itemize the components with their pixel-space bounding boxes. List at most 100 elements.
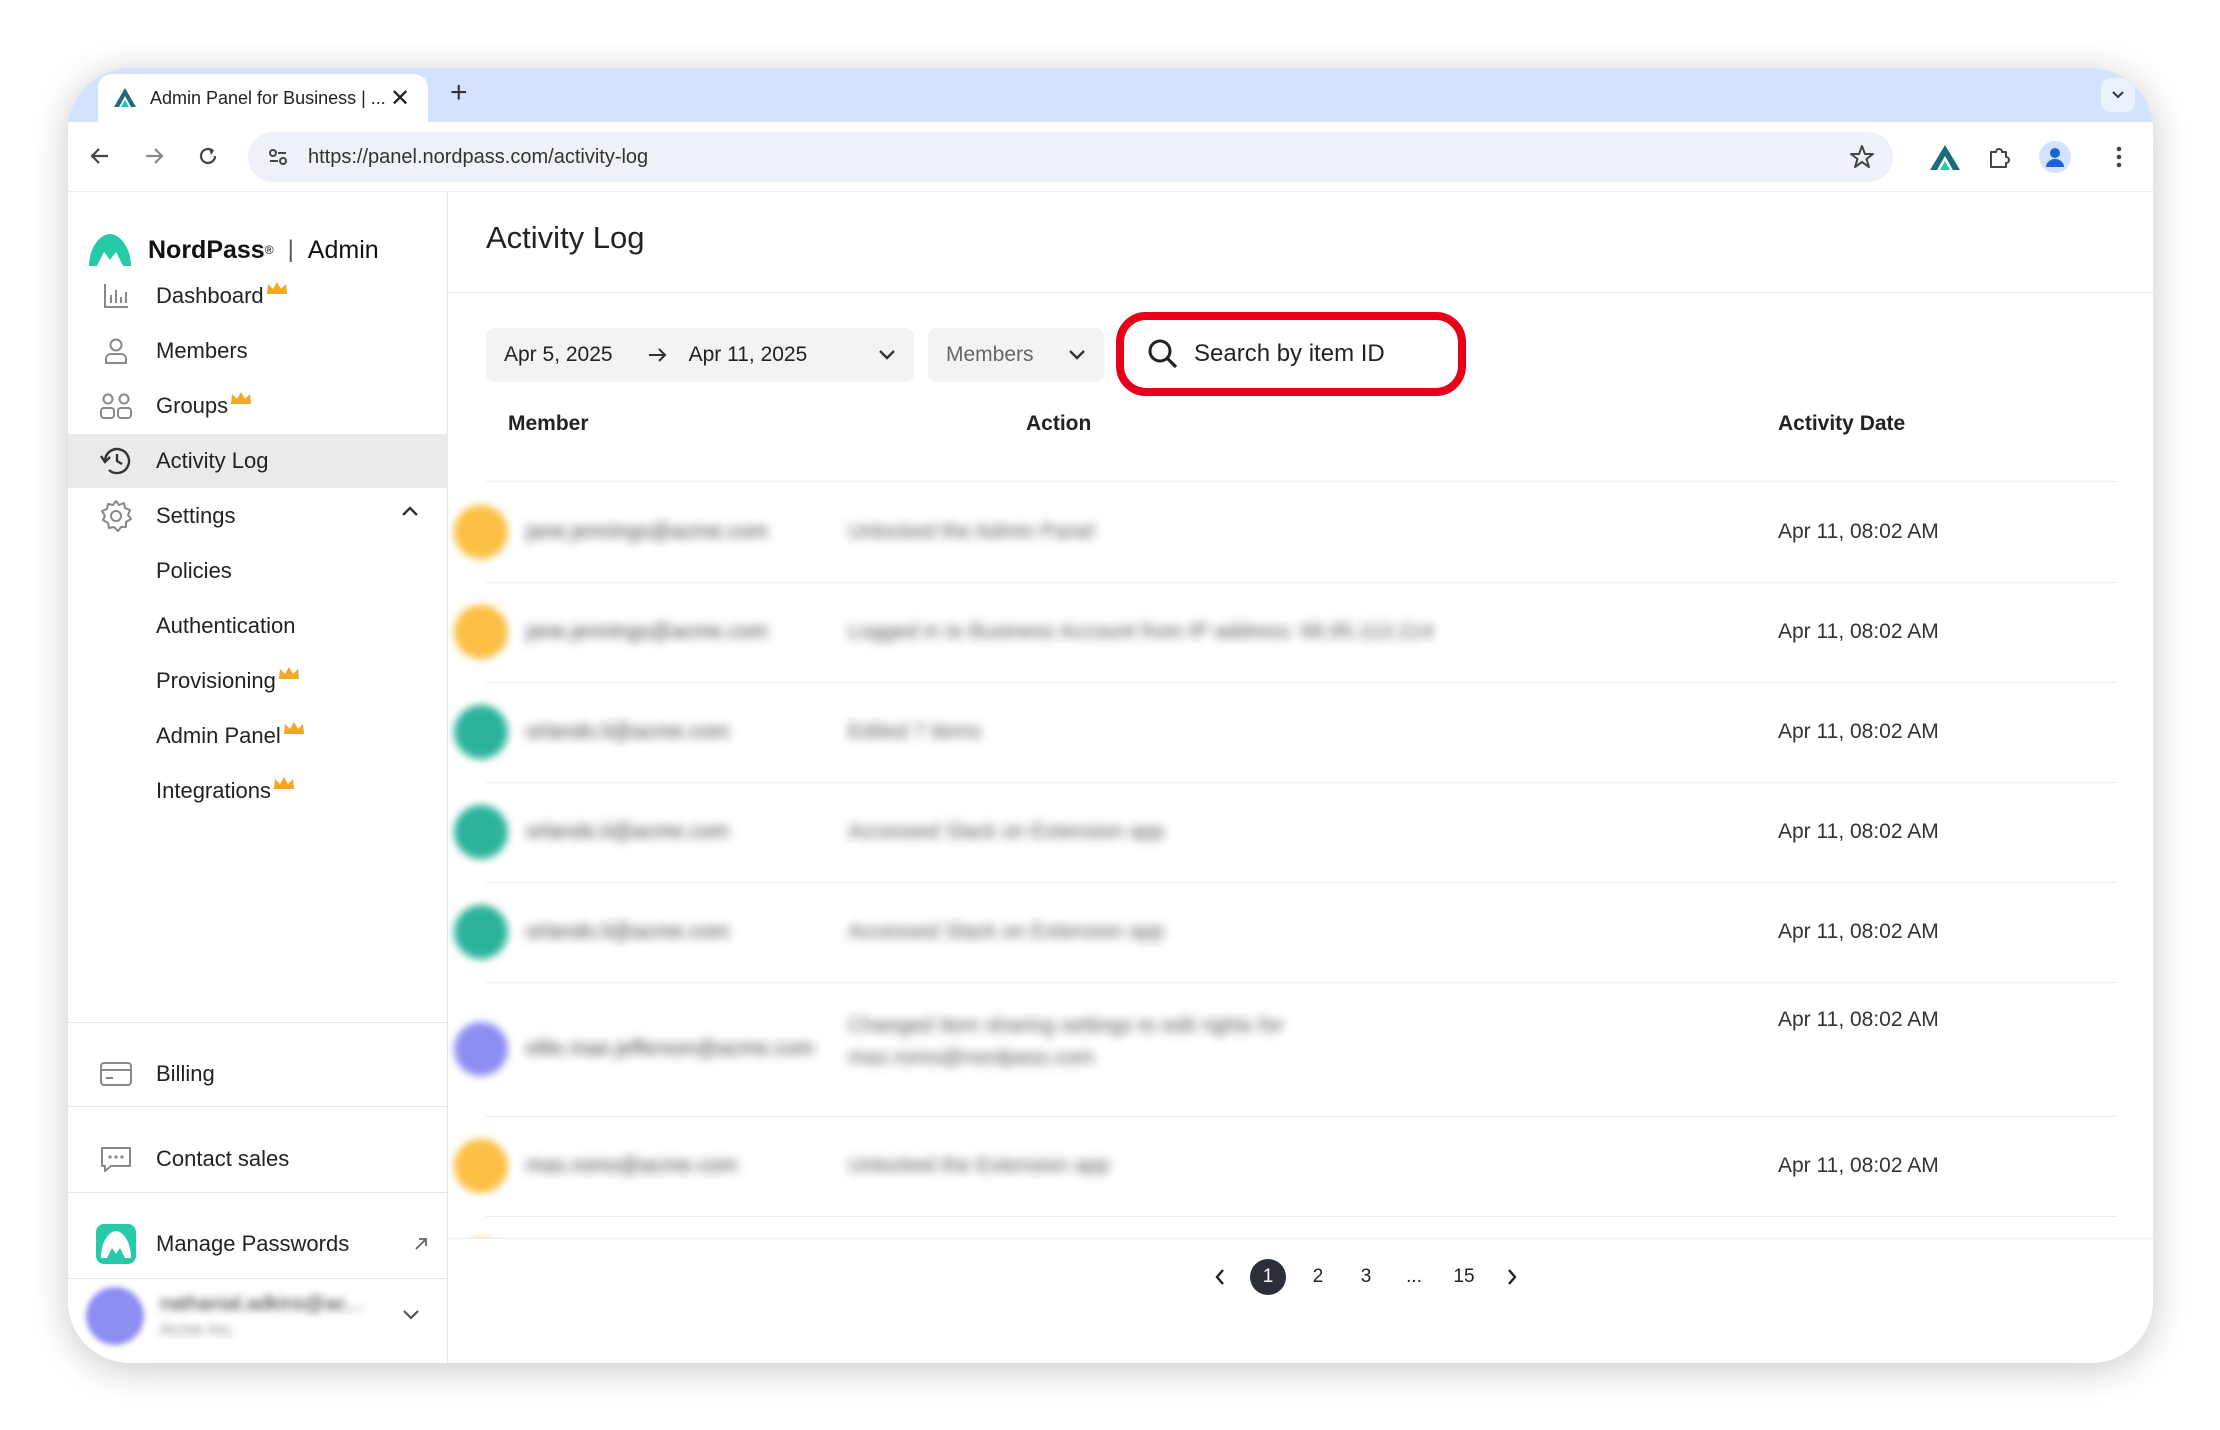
table-row[interactable]: orlando.li@acme.com Edited 7 items Apr 11,… [448,682,2153,782]
brand-logo[interactable]: NordPass ® | Admin [86,230,379,270]
column-header-action[interactable]: Action [1026,412,1091,436]
date-to: Apr 11, 2025 [688,343,808,366]
brand-separator: | [287,236,294,263]
row-action-line: Accessed Slack on Extension app [848,820,1165,843]
reload-icon[interactable] [188,136,228,176]
avatar [454,605,508,659]
chevron-down-icon [879,350,895,360]
row-member-email: orlando.li@acme.com [526,820,730,843]
avatar [454,705,508,759]
pagination-page[interactable]: 3 [1348,1259,1384,1295]
sidebar-item-authentication[interactable]: Authentication [68,599,448,653]
members-filter-dropdown[interactable]: Members [928,328,1104,382]
extensions-puzzle-icon[interactable] [1980,138,2018,176]
column-header-activity-date[interactable]: Activity Date [1778,412,1905,436]
sidebar-item-label: Integrations [156,778,271,803]
nordpass-extension-icon[interactable] [1926,138,1964,176]
sidebar-item-label: Admin Panel [156,723,281,748]
row-member-email: max.romo@acme.com [526,1154,738,1177]
sidebar-item-members[interactable]: Members [68,324,448,378]
sidebar-item-settings[interactable]: Settings [68,489,448,543]
row-activity-date: Apr 11, 08:02 AM [1778,1008,1939,1031]
sidebar-item-label: Members [156,338,248,363]
avatar [454,905,508,959]
sidebar-item-activity-log[interactable]: Activity Log [68,434,448,488]
sidebar-item-groups[interactable]: Groups [68,379,448,433]
sidebar-item-manage-passwords[interactable]: Manage Passwords [68,1217,448,1271]
row-member-email: jane.jennings@acme.com [526,520,768,543]
credit-card-icon [96,1054,136,1094]
sidebar-divider [68,1278,448,1279]
search-box[interactable] [1124,320,1458,388]
forward-arrow-icon[interactable] [134,136,174,176]
user-account-menu[interactable]: nathanial.adkins@ac... Acme Inc. [86,1281,436,1351]
row-member-email: jane.jennings@acme.com [526,620,768,643]
premium-crown-icon [273,777,294,789]
table-row[interactable]: jane.jennings@acme.com Unlocked the Admin… [448,482,2153,582]
tab-close-icon[interactable]: ✕ [386,84,414,113]
site-settings-icon[interactable] [266,145,290,169]
date-range-picker[interactable]: Apr 5, 2025 Apr 11, 2025 [486,328,914,382]
arrow-right-icon [648,348,667,362]
browser-tab[interactable]: Admin Panel for Business | ... ✕ [98,74,428,122]
sidebar-item-label: Contact sales [156,1146,290,1171]
row-action-text: Edited 7 items [848,716,981,748]
address-bar[interactable]: https://panel.nordpass.com/activity-log [248,132,1893,182]
row-action-text: Accessed Slack on Extension app [848,816,1164,848]
bookmark-star-icon[interactable] [1849,144,1875,170]
pagination-next-icon[interactable] [1494,1259,1530,1295]
column-header-member[interactable]: Member [508,412,589,436]
pagination: 1 2 3 ... 15 [448,1238,2153,1308]
pagination-page[interactable]: 15 [1446,1259,1482,1295]
url-text[interactable]: https://panel.nordpass.com/activity-log [308,146,1849,169]
table-row[interactable]: jane.jennings@acme.com Logged in to Busin… [448,582,2153,682]
search-input[interactable] [1194,340,1424,368]
sidebar-item-label: Billing [156,1061,215,1086]
pagination-prev-icon[interactable] [1202,1259,1238,1295]
sidebar-item-label: Activity Log [156,448,269,473]
table-row[interactable]: ellie.mae.jefferson@acme.com Changed Item… [448,982,2153,1116]
table-row[interactable]: orlando.li@acme.com Accessed Slack on Ext… [448,882,2153,982]
avatar [454,1022,508,1076]
external-link-arrow-icon [415,1238,427,1250]
sidebar-divider [68,1022,448,1023]
sidebar-item-integrations[interactable]: Integrations [68,764,448,818]
sidebar-item-label: Groups [156,393,229,418]
user-org: Acme Inc. [160,1319,236,1339]
pagination-page[interactable]: 2 [1300,1259,1336,1295]
sidebar-item-contact-sales[interactable]: Contact sales [68,1132,448,1186]
brand-name: NordPass [148,235,265,264]
sidebar: NordPass ® | Admin Dashboard Members Grou… [68,192,448,1363]
back-arrow-icon[interactable] [80,136,120,176]
page-title: Activity Log [486,220,645,255]
avatar [86,1287,144,1345]
gear-icon [96,496,136,536]
sidebar-divider [68,1106,448,1107]
avatar [454,805,508,859]
row-activity-date: Apr 11, 08:02 AM [1778,820,1939,843]
row-action-text: Unlocked the Admin Panel [848,516,1094,548]
tab-search-chevron-icon[interactable] [2101,78,2135,112]
chevron-down-icon [1069,350,1085,360]
sidebar-item-provisioning[interactable]: Provisioning [68,654,448,708]
table-row[interactable]: orlando.li@acme.com Accessed Slack on Ext… [448,782,2153,882]
sidebar-item-label: Settings [156,503,236,528]
pagination-page-current[interactable]: 1 [1250,1259,1286,1295]
chevron-up-icon[interactable] [400,504,420,518]
table-row[interactable]: max.romo@acme.com Unlocked the Extension … [448,1116,2153,1216]
browser-menu-icon[interactable] [2100,138,2138,176]
members-filter-label: Members [946,343,1034,366]
row-member-email: orlando.li@acme.com [526,920,730,943]
row-activity-date: Apr 11, 08:02 AM [1778,720,1939,743]
sidebar-item-admin-panel[interactable]: Admin Panel [68,709,448,763]
profile-avatar-icon[interactable] [2036,138,2074,176]
person-icon [96,331,136,371]
chevron-down-icon[interactable] [402,1309,420,1321]
sidebar-item-policies[interactable]: Policies [68,544,448,598]
sidebar-item-dashboard[interactable]: Dashboard [68,269,448,323]
tab-strip: Admin Panel for Business | ... ✕ + [68,68,2153,122]
sidebar-item-billing[interactable]: Billing [68,1047,448,1101]
avatar [454,505,508,559]
row-action-text: Unlocked the Extension app [848,1150,1110,1182]
new-tab-icon[interactable]: + [450,76,468,110]
